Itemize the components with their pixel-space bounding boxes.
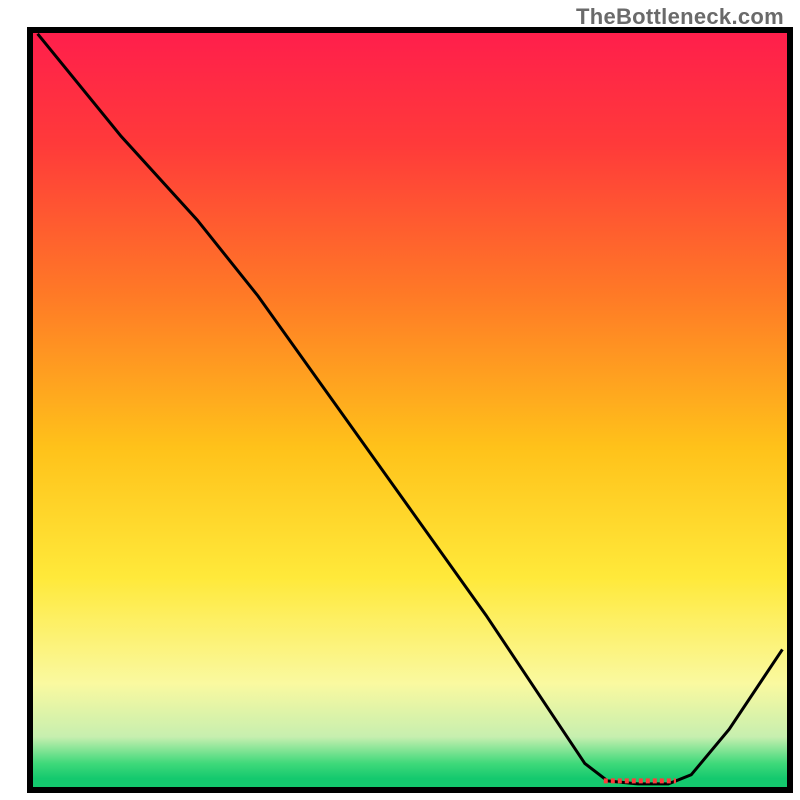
plot-background xyxy=(30,30,790,790)
bottleneck-chart xyxy=(0,0,800,800)
chart-frame: TheBottleneck.com xyxy=(0,0,800,800)
